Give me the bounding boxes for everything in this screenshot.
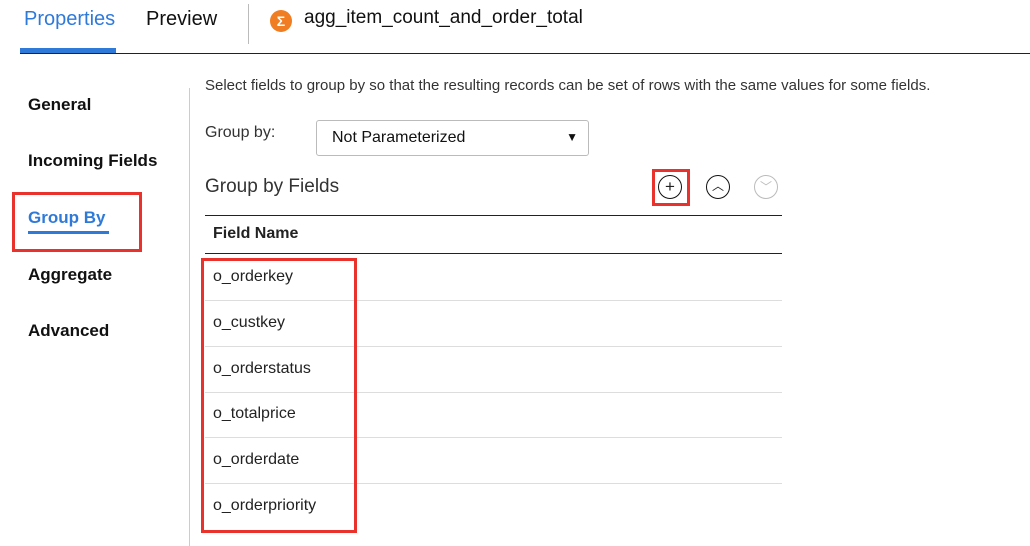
move-up-icon[interactable]: ︿ [706,175,730,199]
divider [205,215,782,216]
nav-aggregate[interactable]: Aggregate [28,265,112,285]
group-by-label: Group by: [205,124,276,141]
highlight-box [12,192,142,252]
nav-general[interactable]: General [28,95,91,115]
section-title: Group by Fields [205,176,340,197]
sigma-icon: Σ [270,10,292,32]
caret-down-icon: ▼ [566,130,578,144]
transformation-name: agg_item_count_and_order_total [304,7,583,28]
tab-preview[interactable]: Preview [146,8,217,31]
divider [205,253,782,254]
column-header-field-name: Field Name [213,225,299,242]
highlight-box [201,258,357,533]
move-down-icon: ﹀ [754,175,778,199]
nav-advanced[interactable]: Advanced [28,321,109,341]
group-by-select[interactable]: Not Parameterized ▼ [316,120,589,156]
divider [248,4,249,44]
highlight-box [652,169,690,206]
nav-incoming-fields[interactable]: Incoming Fields [28,151,157,171]
divider [20,53,1030,54]
divider [189,88,190,546]
group-by-value: Not Parameterized [332,129,466,146]
description: Select fields to group by so that the re… [205,77,931,94]
tab-properties[interactable]: Properties [24,8,115,31]
